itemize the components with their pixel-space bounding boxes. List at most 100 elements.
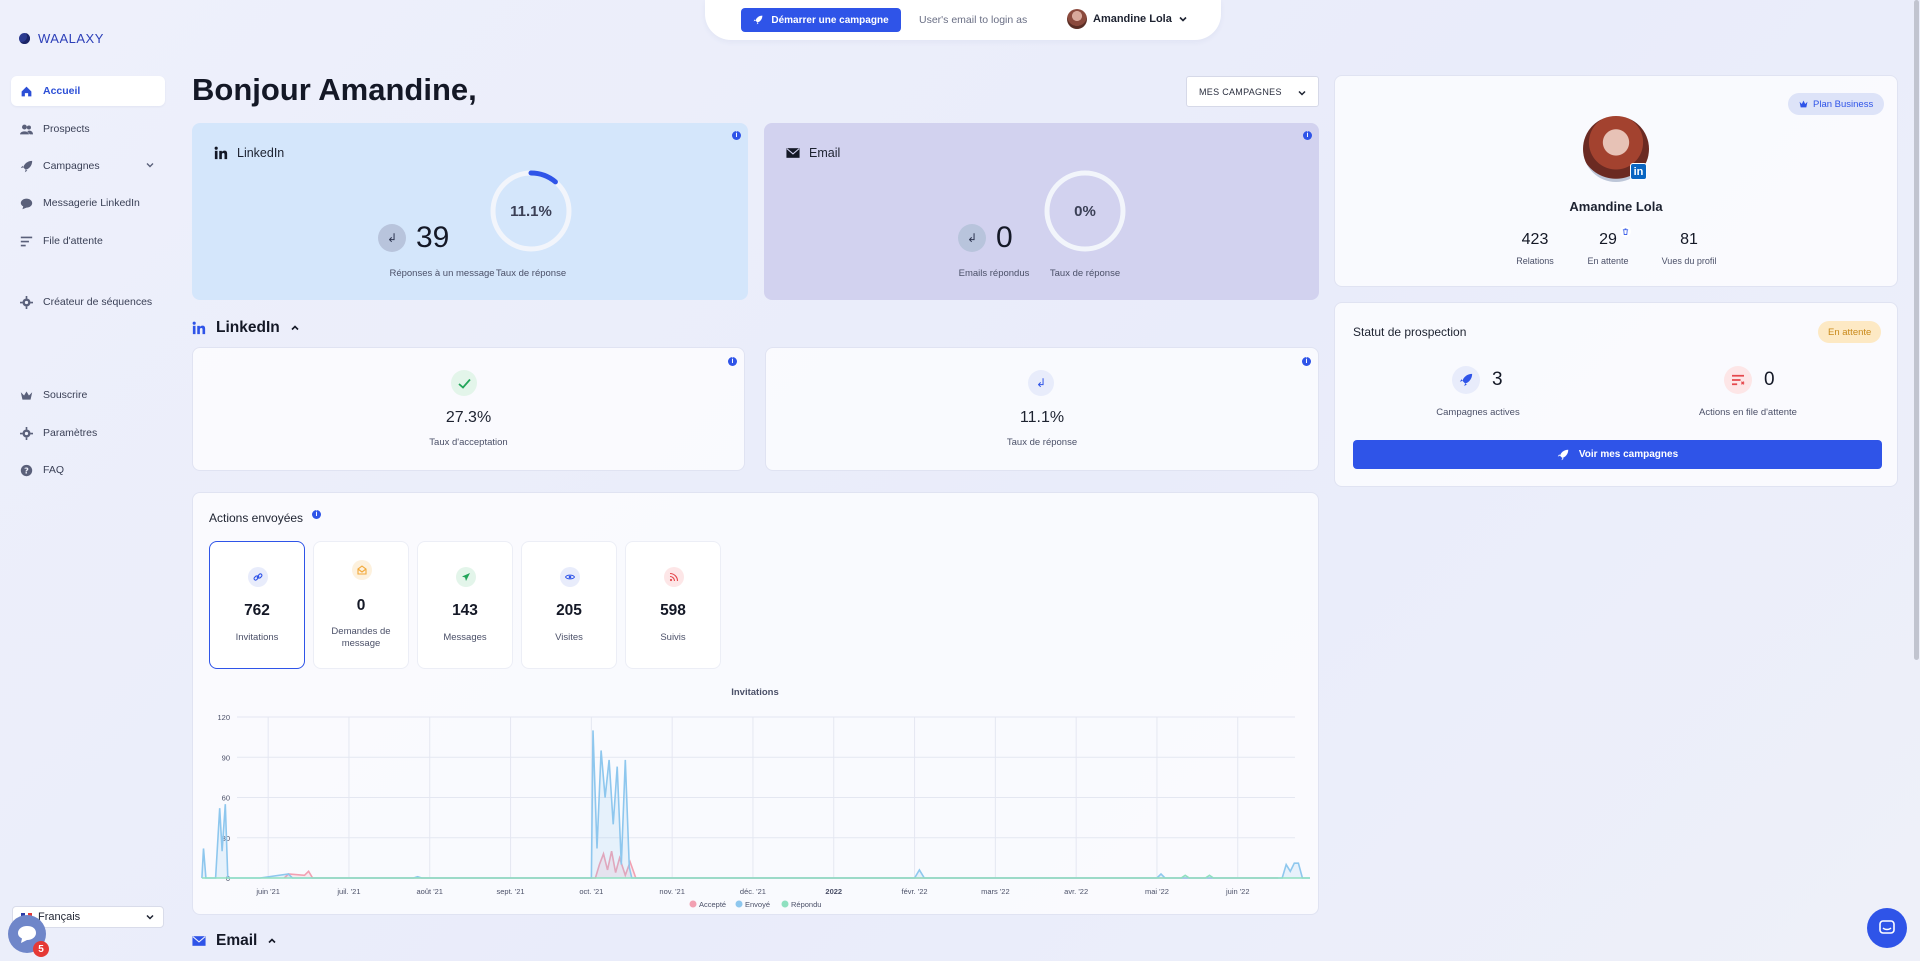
reply-icon: ↲: [1028, 370, 1054, 396]
x-tick-label: mai '22: [1145, 887, 1169, 896]
top-bar: Démarrer une campagne User's email to lo…: [705, 0, 1221, 40]
chevron-down-icon: [1179, 16, 1187, 22]
login-as-label: User's email to login as: [919, 14, 1028, 26]
tile-value: 143: [452, 602, 478, 619]
sidebar-item-file-attente[interactable]: File d'attente: [11, 226, 165, 256]
info-icon[interactable]: i: [1303, 131, 1312, 140]
legend-label[interactable]: Accepté: [699, 900, 726, 909]
linkedin-summary-card: i LinkedIn ↲ 39 Réponses à un message 11…: [192, 123, 748, 300]
email-rate-label: Taux de réponse: [1049, 268, 1121, 279]
gear-icon: [20, 426, 33, 440]
info-icon[interactable]: i: [312, 510, 321, 519]
envelope-icon: [786, 148, 800, 158]
invitations-chart: Invitations 0306090120 juin '21 juil. '21…: [201, 687, 1310, 909]
sidebar-item-souscrire[interactable]: Souscrire: [11, 380, 165, 410]
user-menu[interactable]: Amandine Lola: [1067, 9, 1188, 29]
queue-actions-label: Actions en file d'attente: [1699, 407, 1797, 418]
sidebar-item-label: Messagerie LinkedIn: [43, 197, 140, 209]
series-line-accepté: [283, 851, 1279, 879]
start-campaign-button[interactable]: Démarrer une campagne: [741, 8, 901, 32]
page-scrollbar[interactable]: [1913, 0, 1920, 961]
sidebar-item-createur-sequences[interactable]: Créateur de séquences: [11, 287, 165, 317]
linkedin-card-header: LinkedIn: [214, 146, 284, 160]
sidebar-item-parametres[interactable]: Paramètres: [11, 418, 165, 448]
linkedin-responses-metric: ↲ 39: [378, 221, 449, 255]
legend-label[interactable]: Envoyé: [745, 900, 770, 909]
x-tick-label: avr. '22: [1064, 887, 1088, 896]
mail-open-icon: [352, 560, 372, 580]
chat-bubble-icon: [18, 926, 36, 943]
trash-icon[interactable]: [1620, 226, 1631, 237]
sidebar-item-label: Créateur de séquences: [43, 296, 153, 308]
sidebar-item-label: FAQ: [43, 464, 65, 476]
legend-label[interactable]: Répondu: [791, 900, 821, 909]
sidebar-item-prospects[interactable]: Prospects: [11, 114, 165, 144]
tile-label: Suivis: [660, 632, 686, 643]
tile-label: Demandes de message: [331, 626, 391, 649]
brand-logo[interactable]: WAALAXY: [19, 31, 104, 46]
sidebar-item-label: Campagnes: [43, 160, 100, 172]
info-icon[interactable]: i: [732, 131, 741, 140]
brand-name: WAALAXY: [38, 31, 104, 46]
linkedin-icon: [192, 321, 206, 335]
plan-badge[interactable]: Plan Business: [1788, 93, 1885, 115]
email-rate-value: 0%: [1074, 203, 1096, 220]
sidebar-item-campagnes[interactable]: Campagnes: [11, 151, 165, 181]
sidebar-item-label: Accueil: [43, 85, 81, 97]
campaign-filter-select[interactable]: MES CAMPAGNES: [1186, 76, 1319, 107]
info-icon[interactable]: i: [728, 357, 737, 366]
legend-marker: [689, 900, 697, 908]
plan-label: Plan Business: [1813, 98, 1874, 110]
sidebar-item-label: Paramètres: [43, 427, 98, 439]
sidebar-item-messagerie[interactable]: Messagerie LinkedIn: [11, 188, 165, 218]
tile-value: 0: [356, 597, 366, 614]
check-icon: [451, 370, 477, 396]
sidebar-item-label: Souscrire: [43, 389, 88, 401]
series-area-envoyé: [201, 730, 1310, 878]
queue-icon: [1724, 366, 1752, 394]
queue-icon: [20, 235, 33, 248]
view-campaigns-button[interactable]: Voir mes campagnes: [1353, 440, 1882, 469]
info-icon[interactable]: i: [1302, 357, 1311, 366]
action-tile-invitations[interactable]: 762 Invitations: [209, 541, 305, 669]
sidebar-item-label: Prospects: [43, 123, 90, 135]
question-icon: ?: [20, 464, 33, 477]
envelope-icon: [192, 936, 206, 946]
language-label: Français: [38, 911, 81, 923]
linkedin-responses-value: 39: [416, 221, 450, 254]
actions-sent-title: Actions envoyées: [209, 511, 304, 525]
y-tick-label: 60: [222, 794, 230, 803]
tile-value: 205: [556, 602, 582, 619]
linkedin-section-toggle[interactable]: LinkedIn: [192, 319, 300, 337]
y-tick-label: 90: [222, 753, 230, 762]
tile-label: Messages: [443, 632, 487, 643]
x-tick-label: févr. '22: [902, 887, 928, 896]
email-section-toggle[interactable]: Email: [192, 932, 277, 950]
response-rate-value: 11.1%: [1019, 409, 1065, 426]
tile-value: 762: [244, 602, 270, 619]
chat-icon: [1879, 920, 1895, 934]
chevron-down-icon: [146, 163, 154, 168]
x-tick-label: août '21: [417, 887, 443, 896]
scrollbar-thumb[interactable]: [1914, 0, 1919, 660]
action-tile-visits[interactable]: 205 Visites: [521, 541, 617, 669]
action-tile-follows[interactable]: 598 Suivis: [625, 541, 721, 669]
start-campaign-label: Démarrer une campagne: [771, 14, 889, 26]
action-tile-message-requests[interactable]: 0 Demandes de message: [313, 541, 409, 669]
series-area-accepté: [284, 851, 1279, 878]
help-chat-button[interactable]: [1867, 908, 1907, 948]
sidebar-item-faq[interactable]: ? FAQ: [11, 455, 165, 485]
pending-stat: 29 En attente: [1563, 231, 1653, 266]
legend-marker: [735, 900, 743, 908]
sidebar-item-accueil[interactable]: Accueil: [11, 76, 165, 106]
x-tick-label: mars '22: [981, 887, 1010, 896]
linkedin-section-title: LinkedIn: [216, 319, 280, 336]
x-tick-label: déc. '21: [740, 887, 766, 896]
chevron-down-icon: [146, 914, 154, 920]
acceptance-rate-value: 27.3%: [445, 409, 492, 426]
x-tick-label: sept. '21: [496, 887, 524, 896]
gear-icon: [20, 295, 33, 309]
rocket-icon: [1452, 366, 1480, 394]
y-tick-label: 120: [217, 713, 230, 722]
action-tile-messages[interactable]: 143 Messages: [417, 541, 513, 669]
